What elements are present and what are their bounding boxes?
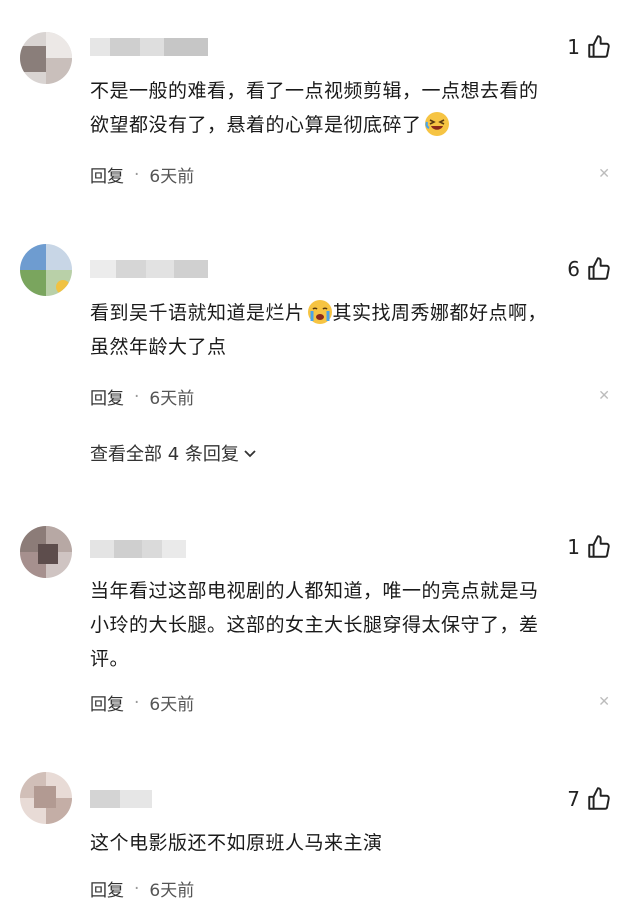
like-button[interactable]: 6 [567,256,612,282]
view-all-replies-button[interactable]: 查看全部 4 条回复 [90,440,257,466]
username-blurred[interactable] [90,38,208,56]
like-button[interactable]: 1 [567,534,612,560]
comment-line: 这个电影版还不如原班人马来主演 [90,832,383,854]
comment-meta: 回复 · 6天前 [90,690,195,716]
username-blurred[interactable] [90,540,186,558]
reply-button[interactable]: 回复 [90,690,124,715]
comment-line: 虽然年龄大了点 [90,336,227,358]
like-count: 1 [567,35,580,59]
chevron-down-icon [244,450,256,458]
reply-button[interactable]: 回复 [90,876,124,901]
like-count: 6 [567,257,580,281]
username-blurred[interactable] [90,260,208,278]
avatar[interactable] [20,526,72,578]
comment-line: 当年看过这部电视剧的人都知道，唯一的亮点就是马 [90,580,539,602]
username-blurred[interactable] [90,790,152,808]
avatar[interactable] [20,772,72,824]
like-count: 1 [567,535,580,559]
comment-text: 当年看过这部电视剧的人都知道，唯一的亮点就是马 小玲的大长腿。这部的女主大长腿穿… [90,574,610,676]
close-icon[interactable]: ✕ [598,388,610,404]
comment-line: 小玲的大长腿。这部的女主大长腿穿得太保守了，差 [90,614,539,636]
like-count: 7 [567,787,580,811]
separator-dot: · [134,164,140,185]
timestamp: 6天前 [149,389,195,409]
timestamp: 6天前 [149,695,195,715]
separator-dot: · [134,878,140,899]
comment-line: 看到吴千语就知道是烂片 其实找周秀娜都好点啊， [90,296,610,330]
view-all-replies-label: 查看全部 4 条回复 [90,444,239,465]
timestamp: 6天前 [149,167,195,187]
thumbs-up-icon [588,35,610,58]
close-icon[interactable]: ✕ [598,166,610,182]
comment-line: 欲望都没有了，悬着的心算是彻底碎了 [90,108,610,142]
like-button[interactable]: 1 [567,34,612,60]
close-icon[interactable]: ✕ [598,694,610,710]
comment-meta: 回复 · 6天前 [90,876,194,901]
reply-button[interactable]: 回复 [90,384,124,409]
avatar[interactable] [20,32,72,84]
comment-line: 评。 [90,648,130,670]
crying-emoji-icon [307,300,332,324]
reply-button[interactable]: 回复 [90,162,124,187]
comment-text: 看到吴千语就知道是烂片 其实找周秀娜都好点啊， 虽然年龄大了点 [90,296,610,364]
comment-meta: 回复 · 6天前 [90,162,195,188]
avatar[interactable] [20,244,72,296]
comment-line: 不是一般的难看，看了一点视频剪辑，一点想去看的 [90,80,539,102]
timestamp: 6天前 [149,881,195,901]
like-button[interactable]: 7 [567,786,612,812]
separator-dot: · [134,386,140,407]
comment-text: 不是一般的难看，看了一点视频剪辑，一点想去看的 欲望都没有了，悬着的心算是彻底碎… [90,74,610,142]
thumbs-up-icon [588,787,610,810]
thumbs-up-icon [588,535,610,558]
comment-text: 这个电影版还不如原班人马来主演 [90,826,610,860]
comment-meta: 回复 · 6天前 [90,384,195,410]
thumbs-up-icon [588,257,610,280]
laughing-crying-emoji-icon [424,112,449,136]
separator-dot: · [134,692,140,713]
